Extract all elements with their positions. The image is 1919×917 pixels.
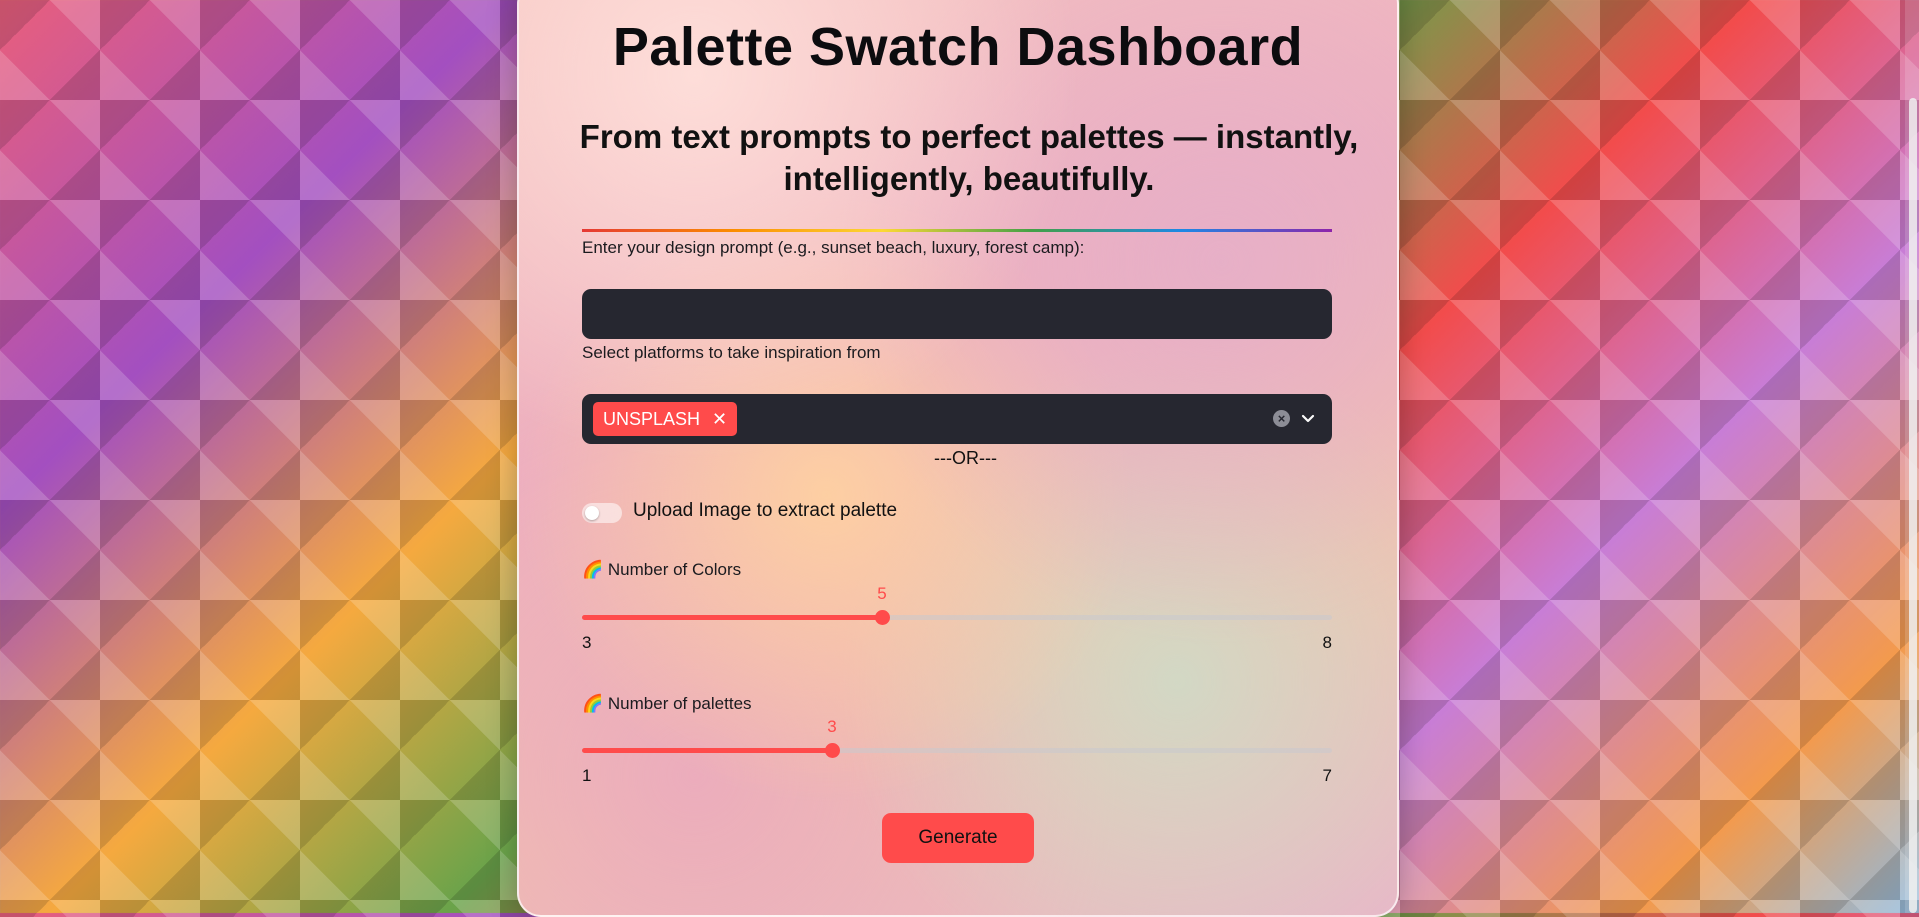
platforms-multiselect[interactable]: UNSPLASH ✕ ×: [582, 394, 1332, 444]
slider-min: 3: [582, 633, 592, 652]
or-divider: ---OR---: [934, 448, 997, 468]
page-subtitle: From text prompts to perfect palettes — …: [579, 118, 1359, 197]
generate-button[interactable]: Generate: [882, 813, 1034, 863]
platform-tag-label: UNSPLASH: [603, 408, 701, 429]
remove-tag-icon[interactable]: ✕: [712, 409, 727, 430]
slider-fill: [582, 615, 882, 620]
scrollbar-thumb[interactable]: [1909, 98, 1917, 913]
clear-selection-icon[interactable]: ×: [1273, 410, 1290, 427]
platform-tag-unsplash[interactable]: UNSPLASH ✕: [593, 402, 738, 436]
chevron-down-icon[interactable]: [1301, 412, 1315, 426]
platforms-label: Select platforms to take inspiration fro…: [582, 343, 881, 362]
slider-thumb[interactable]: [875, 610, 890, 625]
page-title: Palette Swatch Dashboard: [612, 17, 1304, 77]
colors-slider-label: 🌈 Number of Colors: [582, 560, 742, 579]
palettes-slider-label: 🌈 Number of palettes: [582, 694, 752, 713]
prompt-label: Enter your design prompt (e.g., sunset b…: [582, 238, 1085, 257]
slider-max: 8: [1322, 633, 1332, 652]
colors-slider[interactable]: 5 3 8: [582, 584, 1332, 665]
page-scrollbar[interactable]: [1905, 0, 1919, 913]
slider-value: 5: [877, 584, 887, 603]
slider-min: 1: [582, 766, 592, 785]
rainbow-divider: [582, 229, 1332, 232]
palettes-slider[interactable]: 3 1 7: [582, 717, 1332, 798]
prompt-input[interactable]: [582, 289, 1332, 339]
slider-fill: [582, 748, 832, 753]
slider-thumb[interactable]: [825, 743, 840, 758]
upload-image-toggle[interactable]: [582, 503, 622, 523]
main-panel: Palette Swatch Dashboard From text promp…: [517, 0, 1399, 917]
slider-max: 7: [1322, 766, 1332, 785]
upload-toggle-label: Upload Image to extract palette: [633, 500, 898, 521]
slider-value: 3: [827, 717, 837, 736]
toggle-knob: [585, 506, 599, 520]
